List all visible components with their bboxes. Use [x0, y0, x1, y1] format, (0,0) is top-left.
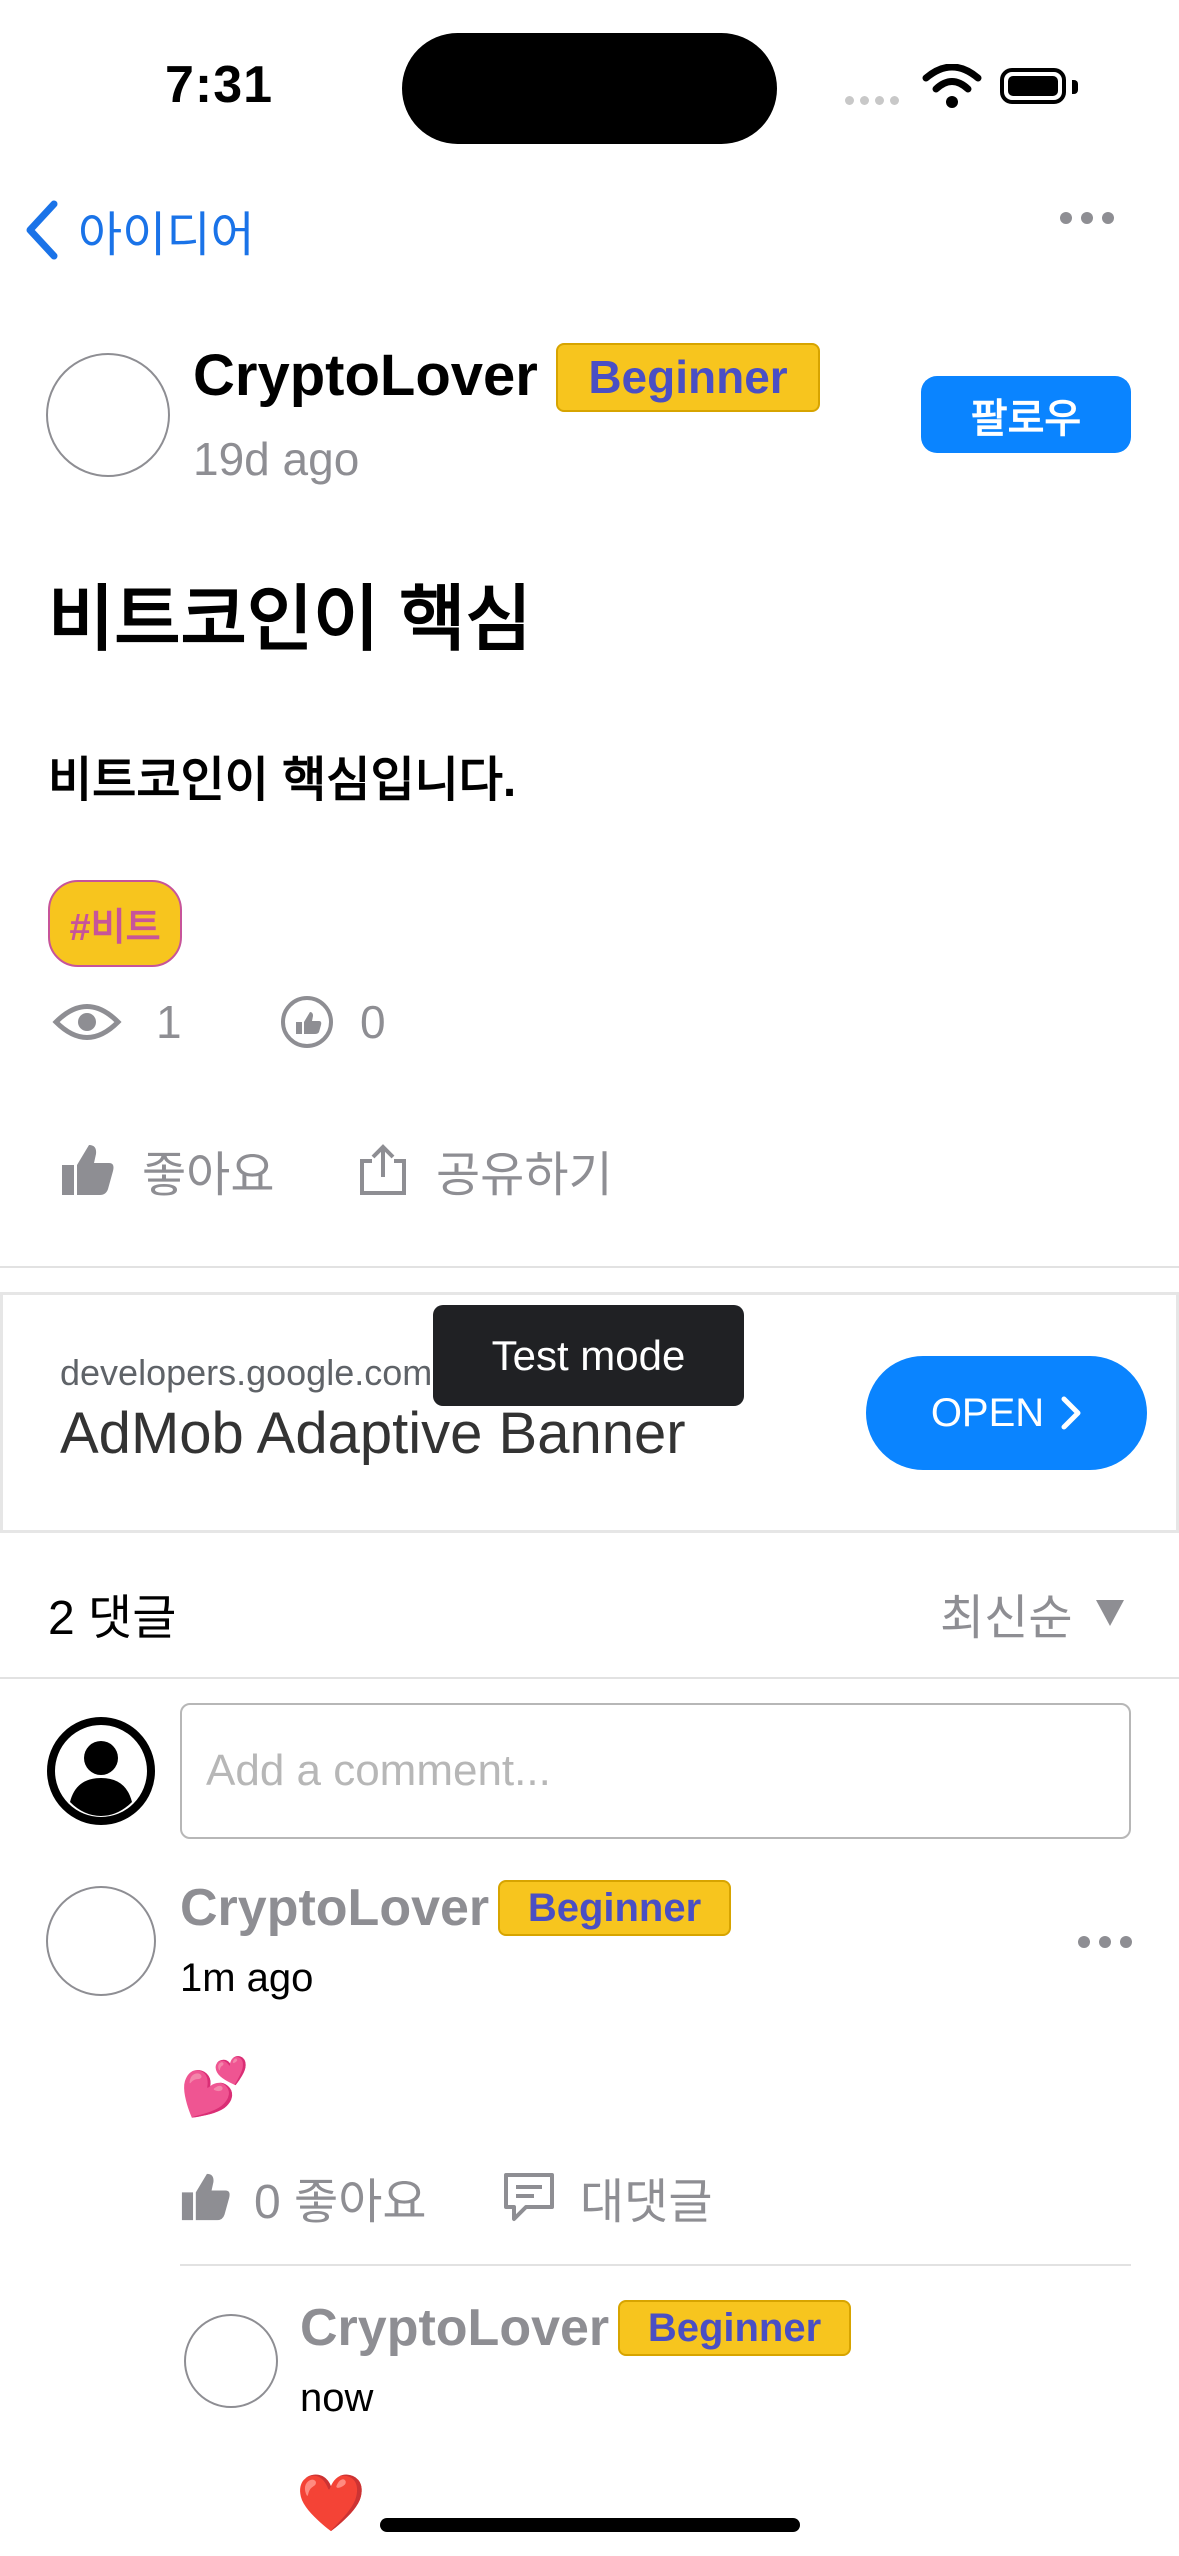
share-button[interactable]: 공유하기	[356, 1135, 613, 1205]
post-title: 비트코인이 핵심	[48, 580, 532, 660]
follow-button[interactable]: 팔로우	[921, 376, 1131, 453]
dynamic-island	[402, 33, 777, 144]
ad-open-button[interactable]: OPEN	[866, 1356, 1147, 1470]
back-label: 아이디어	[78, 209, 255, 262]
comment-more-icon[interactable]	[1078, 1936, 1132, 1948]
back-button[interactable]: 아이디어	[24, 195, 255, 265]
reply-button[interactable]: 대댓글	[502, 2162, 712, 2232]
status-time: 7:31	[165, 56, 274, 114]
author-avatar[interactable]	[46, 353, 170, 477]
reply-time: now	[300, 2376, 374, 2420]
reply-divider	[180, 2264, 1131, 2266]
ad-title[interactable]: AdMob Adaptive Banner	[60, 1400, 686, 1467]
home-indicator[interactable]	[380, 2518, 800, 2532]
sort-dropdown[interactable]: 최신순	[940, 1578, 1126, 1648]
thumbs-up-circle-icon	[281, 996, 333, 1048]
comment-author-name[interactable]: CryptoLover	[180, 1878, 489, 1938]
reply-text: ❤️	[296, 2471, 366, 2534]
post-tag[interactable]: #비트	[48, 880, 182, 967]
thumbs-up-icon	[62, 1145, 114, 1195]
post-time: 19d ago	[193, 433, 360, 485]
battery-tip	[1072, 80, 1078, 94]
comments-count: 2 댓글	[48, 1592, 177, 1645]
comment-like-button[interactable]: 0 좋아요	[180, 2162, 427, 2232]
comment-text: 💕	[180, 2055, 250, 2118]
eye-icon	[52, 1004, 122, 1040]
like-label: 좋아요	[142, 1149, 275, 1202]
post-body: 비트코인이 핵심입니다.	[48, 754, 517, 807]
comment-time: 1m ago	[180, 1956, 314, 2000]
chevron-left-icon	[26, 200, 58, 260]
comment-author-badge: Beginner	[498, 1880, 731, 1936]
likes-stat: 0	[280, 995, 386, 1049]
comment-avatar[interactable]	[46, 1886, 156, 1996]
comment-like-count: 0 좋아요	[254, 2176, 427, 2229]
reply-author-badge: Beginner	[618, 2300, 851, 2356]
author-badge: Beginner	[556, 343, 820, 412]
wifi-icon	[922, 63, 982, 110]
reply-label: 대댓글	[580, 2176, 713, 2229]
sort-label: 최신순	[940, 1592, 1073, 1645]
like-button[interactable]: 좋아요	[60, 1135, 274, 1205]
author-name[interactable]: CryptoLover	[193, 342, 538, 409]
views-count: 1	[156, 996, 182, 1048]
comment-input-box[interactable]	[180, 1703, 1131, 1839]
reply-avatar[interactable]	[184, 2314, 278, 2408]
battery-icon	[1000, 68, 1066, 104]
views-stat: 1	[52, 995, 182, 1049]
post-divider	[0, 1266, 1179, 1268]
user-avatar-icon	[46, 1716, 156, 1826]
chevron-right-icon	[1061, 1396, 1081, 1430]
reply-author-name[interactable]: CryptoLover	[300, 2298, 609, 2358]
share-icon	[360, 1144, 406, 1195]
thumbs-up-icon	[181, 2173, 230, 2221]
speech-bubble-icon	[504, 2173, 554, 2221]
comment-input[interactable]	[182, 1705, 1129, 1837]
cellular-signal-icon	[845, 92, 905, 105]
ad-url: developers.google.com	[60, 1352, 433, 1393]
test-mode-label: Test mode	[433, 1305, 744, 1406]
likes-count: 0	[360, 996, 386, 1048]
share-label: 공유하기	[436, 1149, 613, 1202]
comments-divider	[0, 1677, 1179, 1679]
more-options-icon[interactable]	[1060, 212, 1114, 224]
triangle-down-icon	[1096, 1600, 1125, 1626]
ad-open-label: OPEN	[930, 1390, 1045, 1435]
